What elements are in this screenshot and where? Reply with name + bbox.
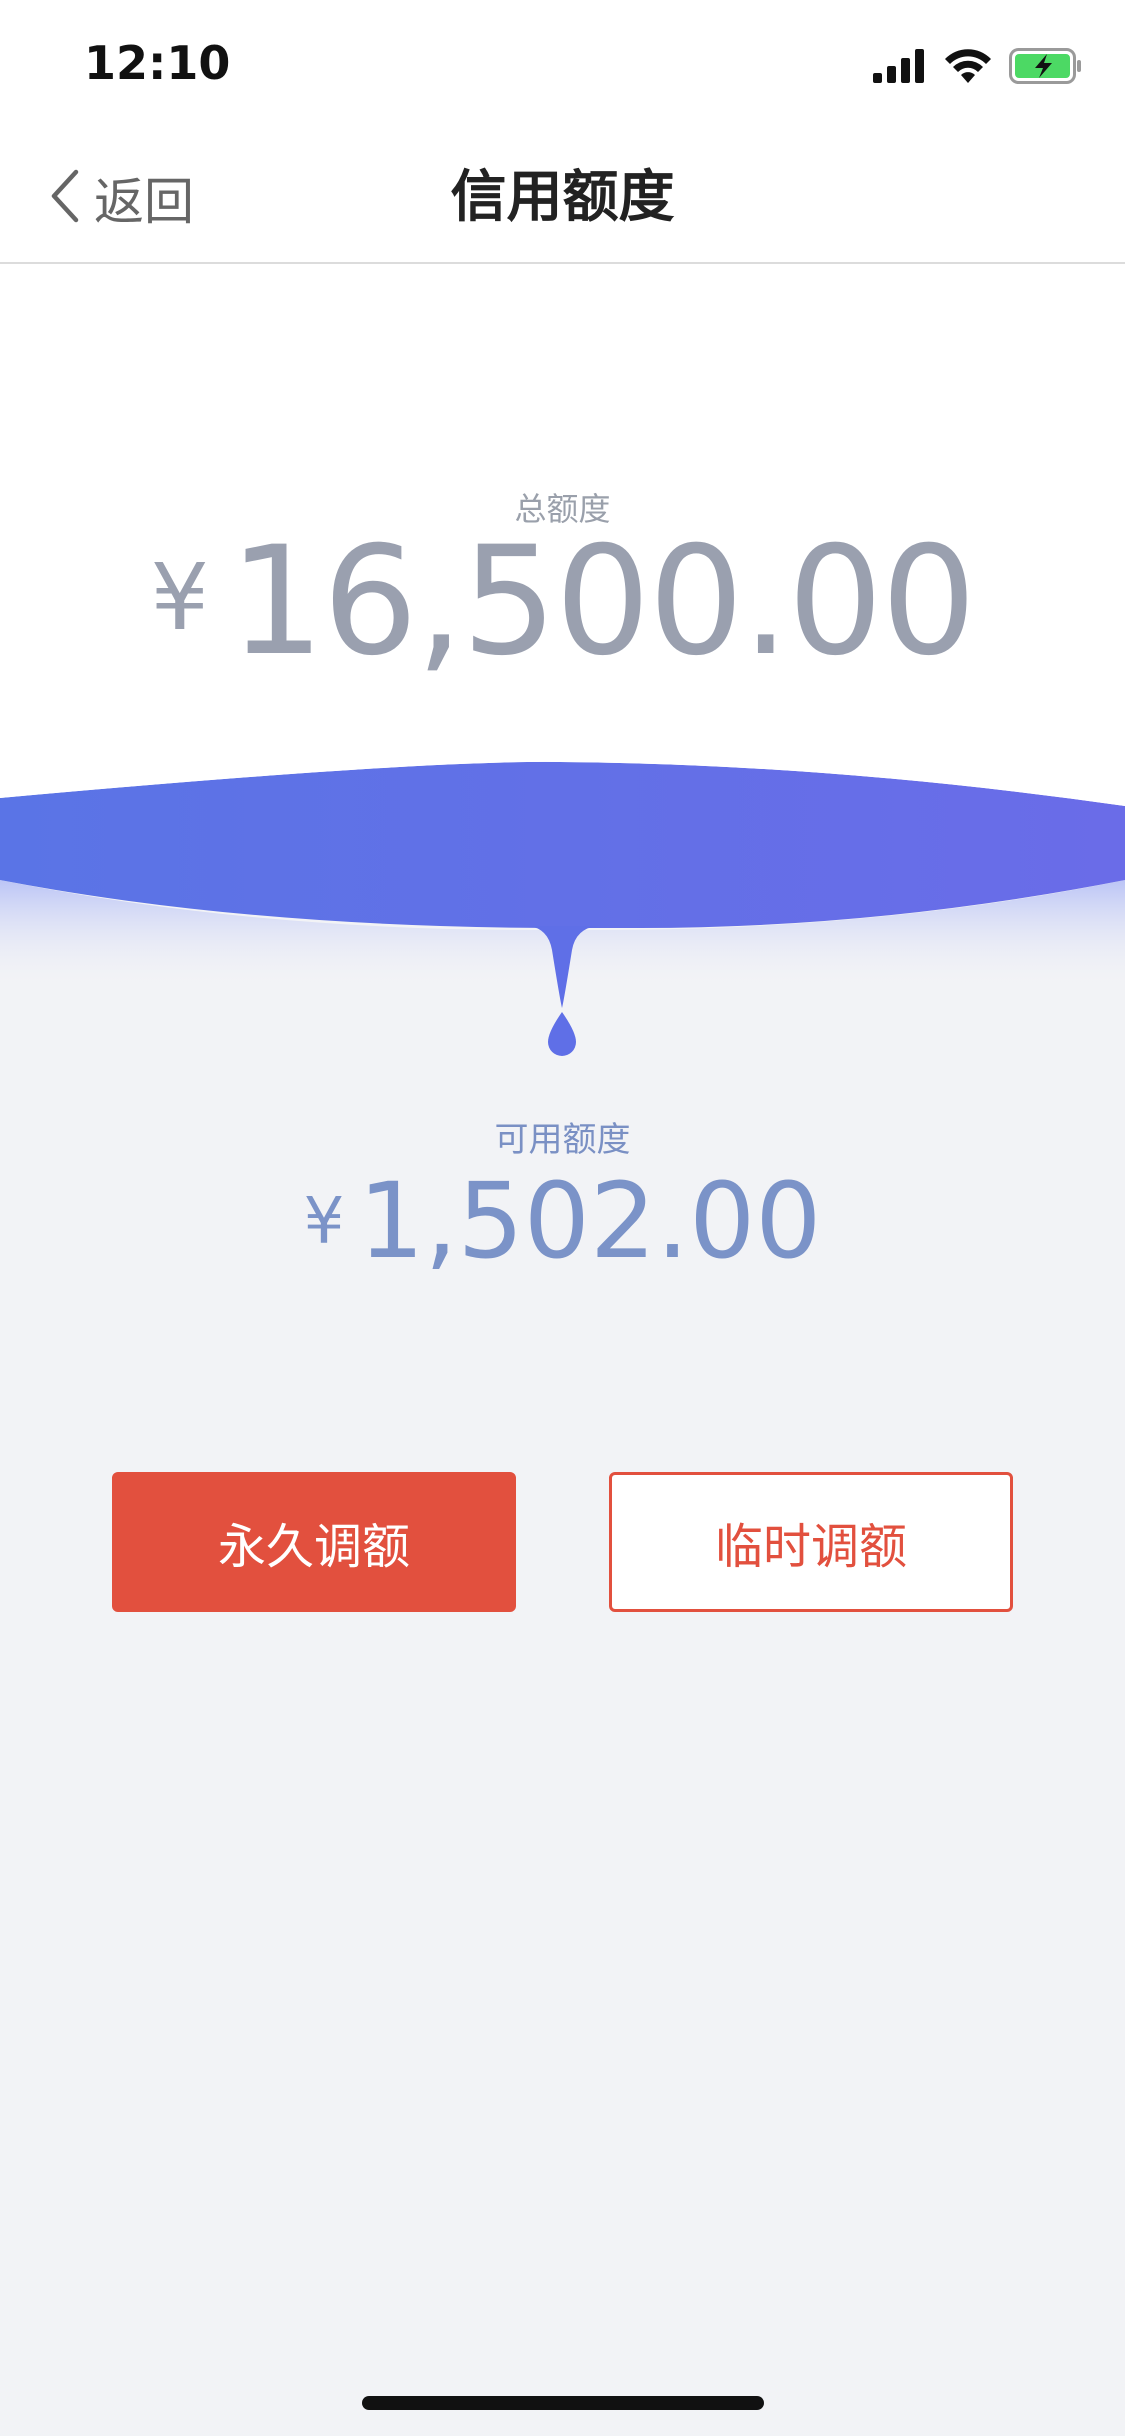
available-credit-label: 可用额度: [494, 1120, 631, 1160]
home-indicator[interactable]: [362, 2396, 764, 2410]
status-icons: [873, 48, 1083, 88]
back-button[interactable]: 返回: [48, 162, 194, 234]
nav-bar: 返回 信用额度: [0, 132, 1125, 264]
total-credit-amount: ¥16,500.00: [0, 515, 1125, 689]
status-time: 12:10: [84, 36, 231, 90]
permanent-adjust-button[interactable]: 永久调额: [112, 1472, 516, 1612]
chevron-left-icon: [48, 168, 80, 228]
wifi-icon: [945, 49, 991, 87]
available-currency-symbol: ¥: [303, 1185, 345, 1259]
total-currency-symbol: ¥: [150, 544, 210, 651]
cellular-signal-icon: [873, 49, 927, 87]
available-credit-value: 1,502.00: [358, 1160, 822, 1282]
status-bar: 12:10: [0, 0, 1125, 132]
battery-charging-icon: [1009, 48, 1083, 88]
total-credit-value: 16,500.00: [229, 515, 976, 689]
available-credit-amount: ¥1,502.00: [0, 1160, 1125, 1282]
temporary-adjust-button[interactable]: 临时调额: [609, 1472, 1013, 1612]
back-label: 返回: [94, 173, 194, 231]
credit-wave-graphic: [0, 760, 1125, 1056]
